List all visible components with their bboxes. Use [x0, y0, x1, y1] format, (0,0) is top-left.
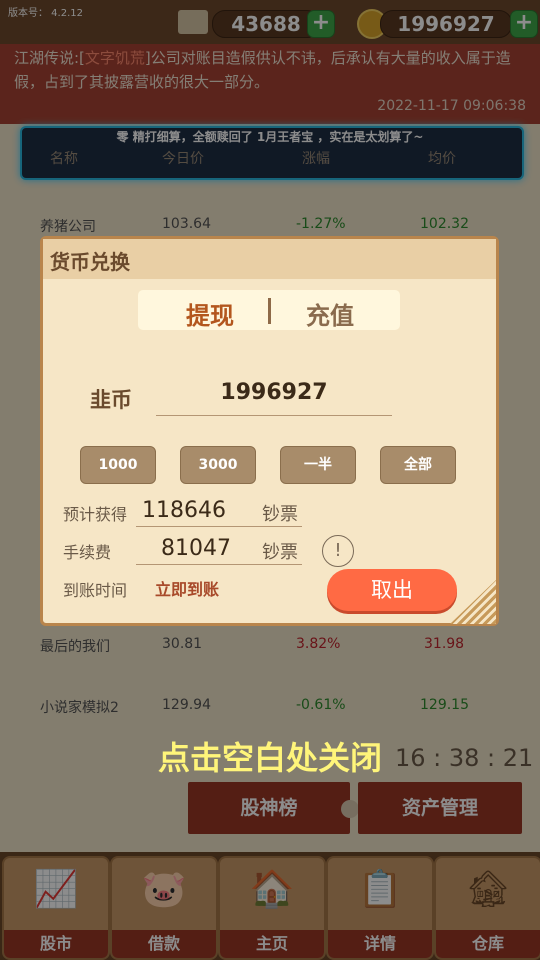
- fee-unit: 钞票: [262, 542, 298, 563]
- fee-underline: [136, 564, 302, 565]
- dialog-title: 货币兑换: [50, 250, 130, 274]
- arrival-value: 立即到账: [155, 580, 220, 599]
- currency-amount-input[interactable]: 1996927: [156, 380, 392, 405]
- expected-value: 118646: [142, 498, 226, 523]
- fee-label: 手续费: [63, 543, 112, 562]
- tab-divider: [268, 298, 271, 324]
- quick-amount-1000-button[interactable]: 1000: [80, 446, 156, 484]
- quick-amount-3000-button[interactable]: 3000: [180, 446, 256, 484]
- quick-amount-half-button[interactable]: 一半: [280, 446, 356, 484]
- currency-label: 韭币: [90, 388, 132, 412]
- close-hint: 点击空白处关闭: [157, 739, 382, 777]
- tab-recharge[interactable]: 充值: [280, 296, 380, 331]
- fee-value: 81047: [161, 536, 231, 561]
- expected-label: 预计获得: [63, 505, 128, 524]
- withdraw-button[interactable]: 取出: [327, 569, 457, 611]
- quick-amount-all-button[interactable]: 全部: [380, 446, 456, 484]
- arrival-label: 到账时间: [63, 581, 128, 600]
- tab-withdraw[interactable]: 提现: [160, 296, 260, 331]
- input-underline: [156, 415, 392, 416]
- expected-unit: 钞票: [262, 504, 298, 525]
- expected-underline: [136, 526, 302, 527]
- info-icon[interactable]: !: [322, 535, 354, 567]
